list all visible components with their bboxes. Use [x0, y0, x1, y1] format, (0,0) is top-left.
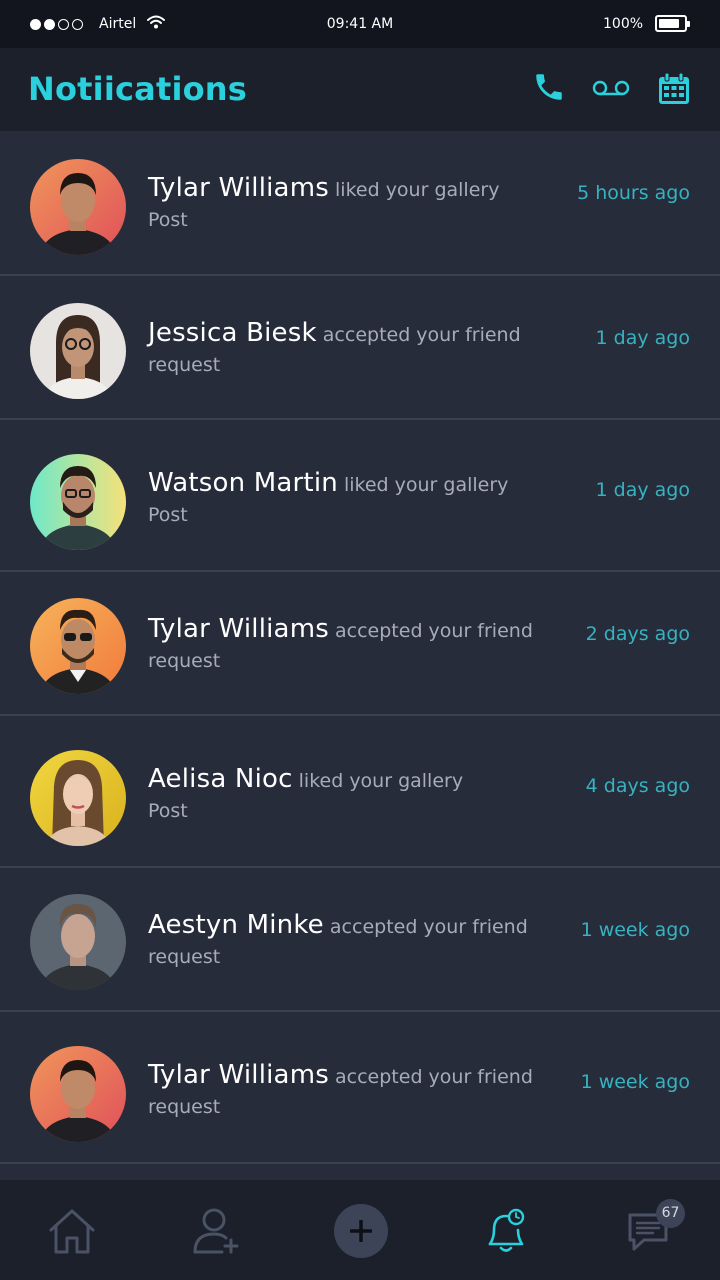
notification-text: Watson Martin liked your gallery Post: [148, 468, 558, 530]
avatar: [30, 894, 126, 990]
bell-icon: [488, 1208, 525, 1252]
notification-action-continued: request: [148, 946, 221, 968]
notification-text: Tylar Williams accepted your friend requ…: [148, 614, 558, 676]
avatar: [30, 1046, 126, 1142]
notification-text: Aestyn Minke accepted your friend reques…: [148, 910, 558, 972]
notification-item[interactable]: Tylar Williams accepted your friend requ…: [0, 1012, 720, 1164]
notification-action-continued: Post: [148, 504, 188, 526]
phone-icon[interactable]: [532, 70, 566, 104]
nav-home[interactable]: [0, 1180, 144, 1280]
user-name[interactable]: Aelisa Nioc: [148, 764, 293, 794]
user-name[interactable]: Aestyn Minke: [148, 910, 324, 940]
avatar: [30, 303, 126, 399]
notification-action: liked your gallery: [343, 474, 509, 496]
notification-item[interactable]: Aelisa Nioc liked your gallery Post 4 da…: [0, 716, 720, 868]
notification-action-continued: request: [148, 650, 221, 672]
notification-time: 1 day ago: [595, 327, 690, 349]
nav-notifications[interactable]: [432, 1180, 576, 1280]
user-name[interactable]: Tylar Williams: [148, 173, 329, 203]
user-name[interactable]: Jessica Biesk: [148, 318, 317, 348]
avatar: [30, 598, 126, 694]
page-title: Notiications: [28, 70, 248, 108]
notification-item[interactable]: Aestyn Minke accepted your friend reques…: [0, 868, 720, 1012]
notification-action: accepted your friend: [322, 324, 521, 346]
battery-percentage: 100%: [603, 16, 644, 32]
voicemail-icon[interactable]: [592, 78, 630, 98]
user-name[interactable]: Tylar Williams: [148, 1060, 329, 1090]
avatar: [30, 454, 126, 550]
calendar-icon[interactable]: [657, 72, 691, 106]
bottom-navigation: [0, 1180, 720, 1280]
notification-time: 1 week ago: [580, 1071, 690, 1093]
avatar: [30, 159, 126, 255]
add-user-icon: [193, 1208, 239, 1254]
notification-action: liked your gallery: [335, 179, 500, 201]
home-icon: [49, 1209, 95, 1254]
notification-time: 1 week ago: [580, 919, 690, 941]
notification-item[interactable]: Tylar Williams accepted your friend requ…: [0, 572, 720, 716]
nav-add-friend[interactable]: [144, 1180, 288, 1280]
notification-action: liked your gallery: [298, 770, 464, 792]
notification-action: accepted your friend: [329, 916, 528, 938]
plus-icon: [350, 1220, 372, 1242]
notification-action-continued: Post: [148, 800, 188, 822]
notification-text: Tylar Williams accepted your friend requ…: [148, 1060, 558, 1122]
app-header: Notiications: [0, 48, 720, 131]
notification-action-continued: request: [148, 354, 221, 376]
nav-messages[interactable]: [576, 1180, 720, 1280]
notification-action-continued: Post: [148, 209, 188, 231]
user-name[interactable]: Watson Martin: [148, 468, 338, 498]
notification-action: accepted your friend: [335, 1066, 533, 1088]
messages-count-badge: 67: [656, 1199, 685, 1228]
battery-icon: [655, 15, 690, 32]
notification-item[interactable]: Watson Martin liked your gallery Post 1 …: [0, 420, 720, 572]
notification-time: 2 days ago: [585, 623, 690, 645]
notification-action: accepted your friend: [335, 620, 533, 642]
notification-time: 4 days ago: [585, 775, 690, 797]
notification-item[interactable]: Tylar Williams liked your gallery Post 5…: [0, 131, 720, 276]
status-bar: Airtel 09:41 AM 100%: [0, 0, 720, 48]
notification-item[interactable]: Jessica Biesk accepted your friend reque…: [0, 276, 720, 420]
user-name[interactable]: Tylar Williams: [148, 614, 329, 644]
avatar: [30, 750, 126, 846]
notification-action-continued: request: [148, 1096, 221, 1118]
notification-text: Aelisa Nioc liked your gallery Post: [148, 764, 558, 826]
create-post-button[interactable]: [334, 1204, 388, 1258]
notification-time: 1 day ago: [595, 479, 690, 501]
notification-list: Tylar Williams liked your gallery Post 5…: [0, 131, 720, 1164]
notification-text: Jessica Biesk accepted your friend reque…: [148, 318, 558, 380]
notification-time: 5 hours ago: [577, 182, 690, 204]
notification-text: Tylar Williams liked your gallery Post: [148, 173, 558, 235]
